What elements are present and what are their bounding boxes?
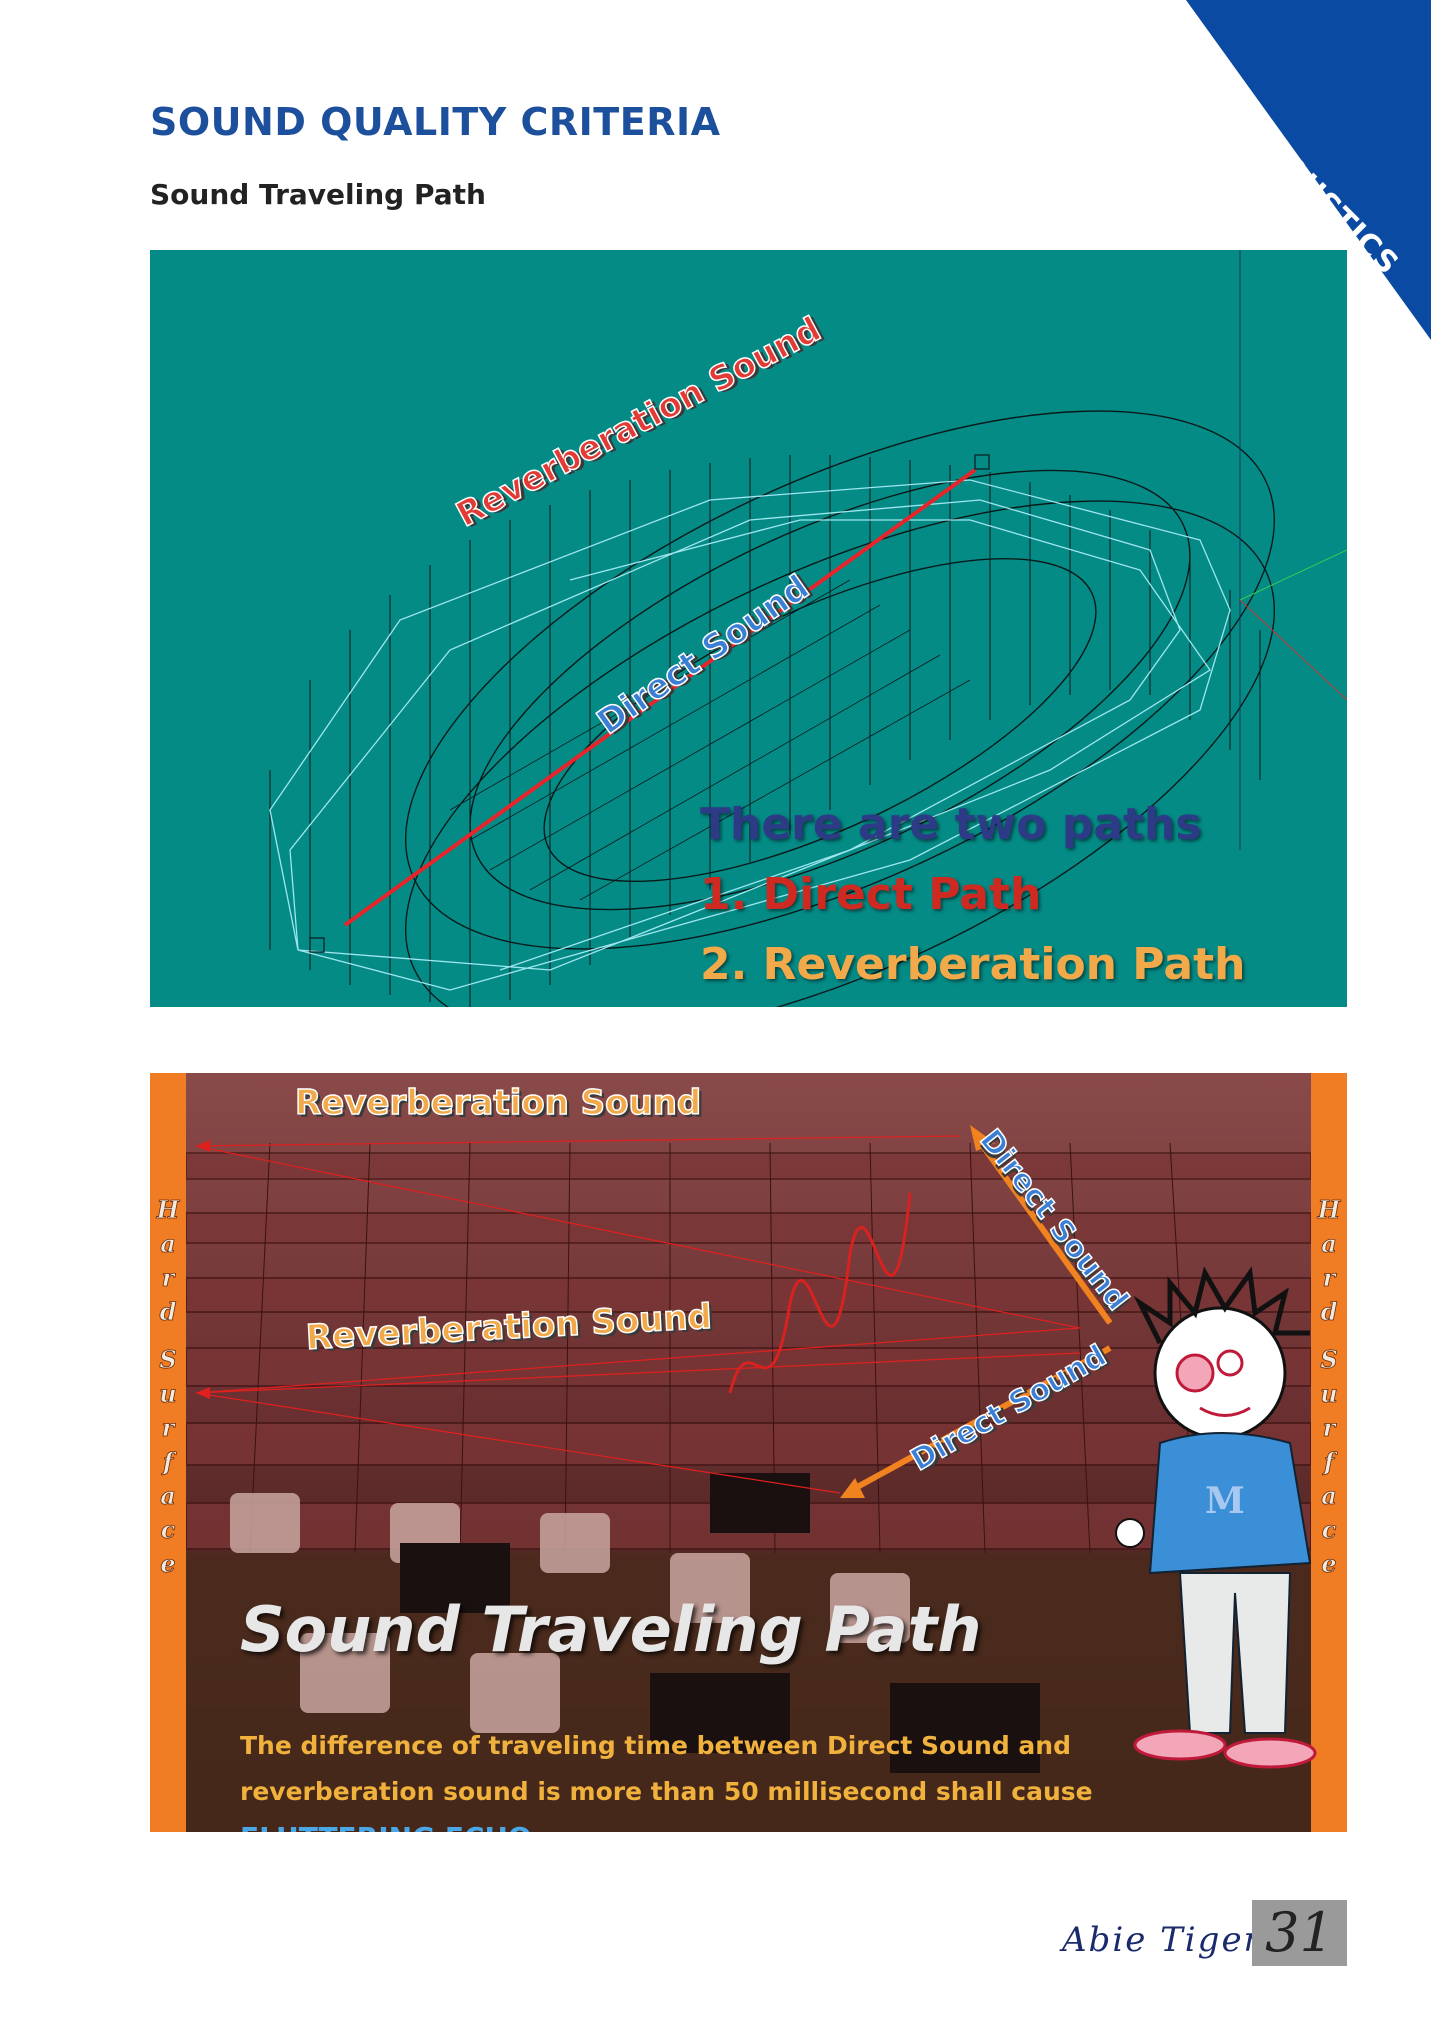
side-letter: r — [161, 1263, 175, 1293]
svg-text:M: M — [1205, 1480, 1245, 1522]
side-letter: d — [1320, 1297, 1338, 1327]
side-letter: c — [160, 1515, 176, 1545]
page-subtitle: Sound Traveling Path — [150, 178, 486, 211]
path-item-reverberation: 2. Reverberation Path — [700, 939, 1246, 990]
side-letter: e — [160, 1549, 176, 1579]
side-letter: r — [161, 1413, 175, 1443]
side-letter: u — [1320, 1379, 1338, 1409]
side-letter: a — [160, 1481, 176, 1511]
side-letter: f — [1323, 1447, 1335, 1477]
side-letter: S — [159, 1345, 177, 1375]
side-letter: u — [159, 1379, 177, 1409]
side-letter: a — [1321, 1481, 1337, 1511]
label-reverberation-sound-top: Reverberation Sound — [294, 1082, 702, 1124]
side-letter: e — [1321, 1549, 1337, 1579]
footer-signature: Abie Tiger — [1062, 1920, 1262, 1960]
figure-caption: Sound Traveling Path — [240, 1593, 982, 1666]
figure-wireframe-hall: Reverberation Sound Direct Sound There a… — [150, 250, 1347, 1007]
side-letter: H — [156, 1195, 180, 1225]
side-letter: f — [162, 1447, 174, 1477]
path-item-direct: 1. Direct Path — [700, 869, 1042, 920]
side-letter: a — [1321, 1229, 1337, 1259]
echo-note: The difference of traveling time between… — [240, 1723, 1260, 1832]
side-letter: d — [159, 1297, 177, 1327]
echo-note-text: The difference of traveling time between… — [240, 1731, 1093, 1806]
paths-heading: There are two paths — [700, 799, 1202, 850]
hard-surface-left: H a r d S u r f a c e — [151, 1193, 185, 1581]
side-letter: S — [1320, 1345, 1338, 1375]
side-letter: r — [1322, 1263, 1336, 1293]
concert-hall-illustration: M — [150, 1073, 1347, 1832]
receiver-marker — [974, 454, 990, 470]
figure-concert-hall: M H a r d S u r f a c e H a r d S u r f … — [150, 1073, 1347, 1832]
side-letter: c — [1321, 1515, 1337, 1545]
side-letter: a — [160, 1229, 176, 1259]
echo-note-highlight: FLUTTERING ECHO. — [240, 1821, 542, 1832]
paths-list: There are two paths 1. Direct Path 2. Re… — [700, 790, 1245, 1000]
page-number: 31 — [1252, 1900, 1347, 1966]
axis-y-line — [1239, 549, 1347, 601]
source-marker — [309, 937, 325, 953]
page-title: SOUND QUALITY CRITERIA — [150, 100, 721, 144]
side-letter: H — [1317, 1195, 1341, 1225]
axis-x-line — [1239, 599, 1347, 701]
hard-surface-right: H a r d S u r f a c e — [1312, 1193, 1346, 1581]
side-letter: r — [1322, 1413, 1336, 1443]
